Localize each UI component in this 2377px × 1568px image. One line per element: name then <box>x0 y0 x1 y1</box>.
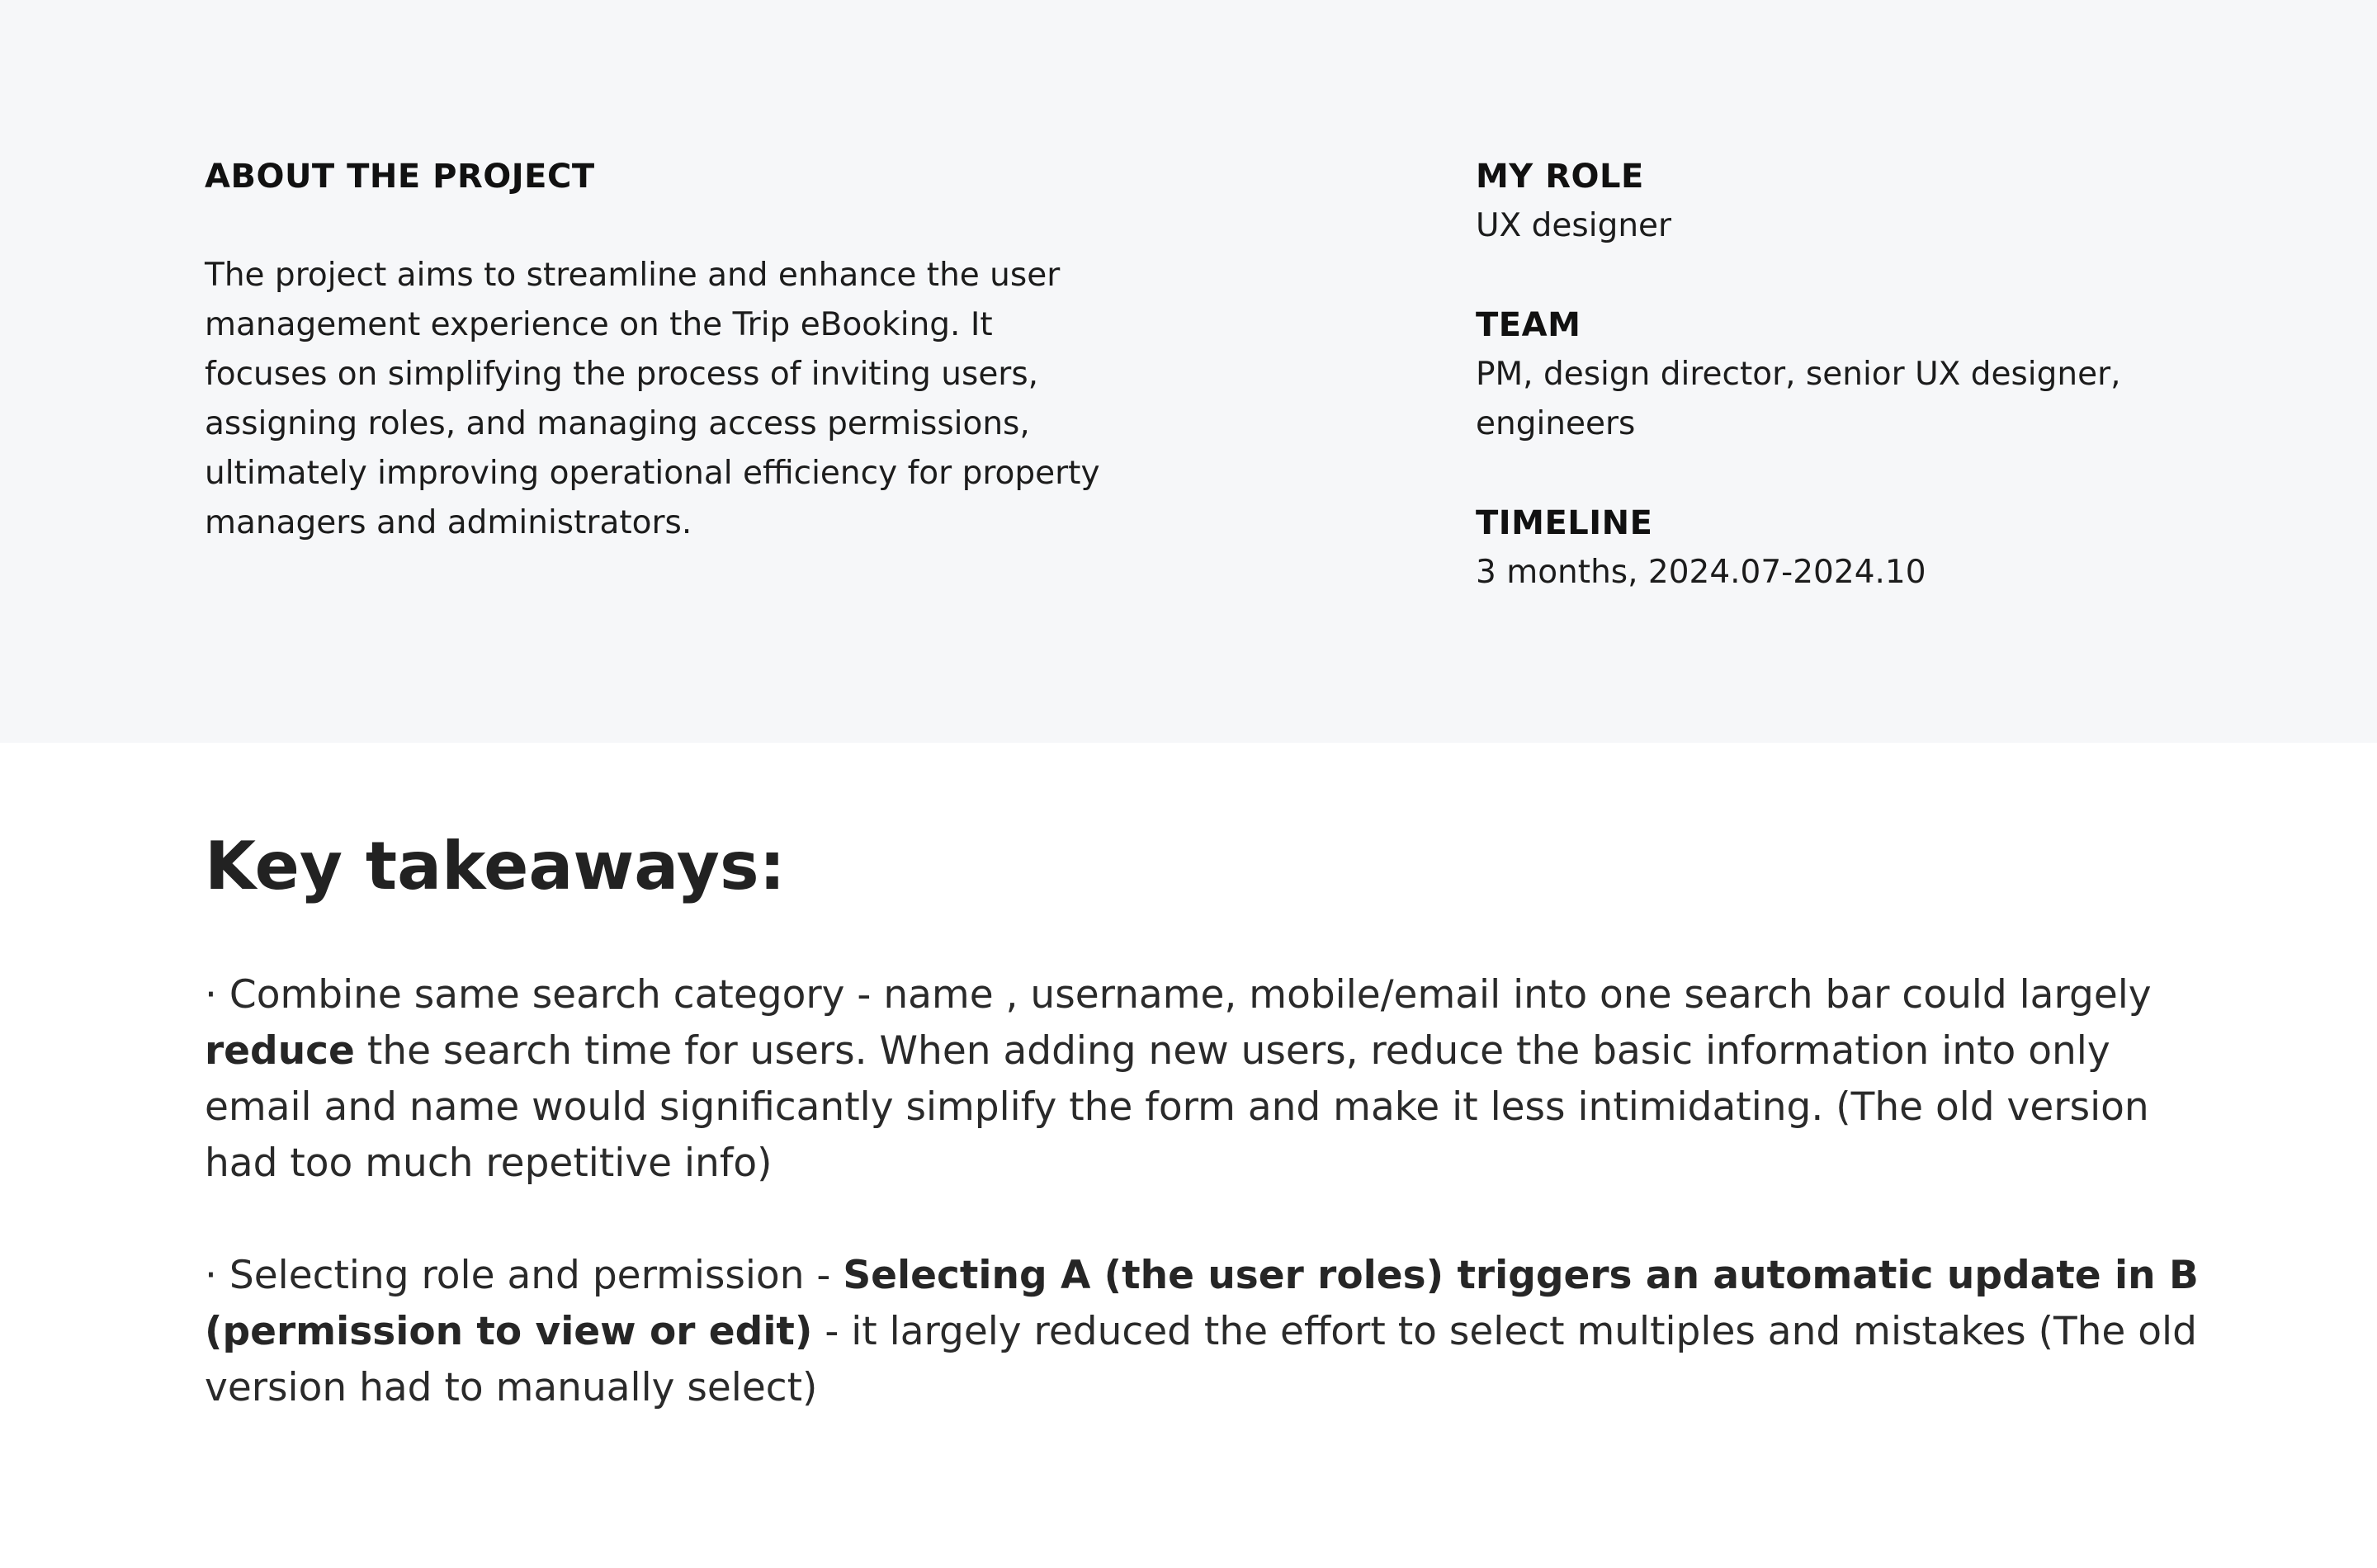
about-project-block: ABOUT THE PROJECT The project aims to st… <box>205 152 1121 548</box>
takeaway-search-text-end: the search time for users. When adding n… <box>205 1028 2149 1186</box>
takeaway-roles: · Selecting role and permission - Select… <box>205 1248 2202 1416</box>
my-role-group: MY ROLE UX designer <box>1476 152 2219 251</box>
takeaway-roles-text-start: · Selecting role and permission - <box>205 1253 844 1298</box>
my-role-heading: MY ROLE <box>1476 158 1644 196</box>
timeline-heading: TIMELINE <box>1476 504 1653 542</box>
about-project-description: The project aims to streamline and enhan… <box>205 257 1100 541</box>
project-meta-block: MY ROLE UX designer TEAM PM, design dire… <box>1476 152 2219 597</box>
takeaway-search-text-start: · Combine same search category - name , … <box>205 972 2152 1018</box>
takeaway-search: · Combine same search category - name , … <box>205 967 2202 1192</box>
team-group: TEAM PM, design director, senior UX desi… <box>1476 300 2219 449</box>
takeaway-search-emphasis: reduce <box>205 1028 355 1074</box>
about-project-heading: ABOUT THE PROJECT <box>205 158 595 196</box>
team-value: PM, design director, senior UX designer,… <box>1476 356 2121 442</box>
timeline-value: 3 months, 2024.07-2024.10 <box>1476 554 1926 591</box>
key-takeaways-title: Key takeaways: <box>205 828 786 904</box>
team-heading: TEAM <box>1476 306 1581 344</box>
timeline-group: TIMELINE 3 months, 2024.07-2024.10 <box>1476 498 2219 597</box>
my-role-value: UX designer <box>1476 207 1672 244</box>
project-overview-section: ABOUT THE PROJECT The project aims to st… <box>0 0 2377 743</box>
key-takeaways-section: Key takeaways: · Combine same search cat… <box>205 825 2202 1416</box>
